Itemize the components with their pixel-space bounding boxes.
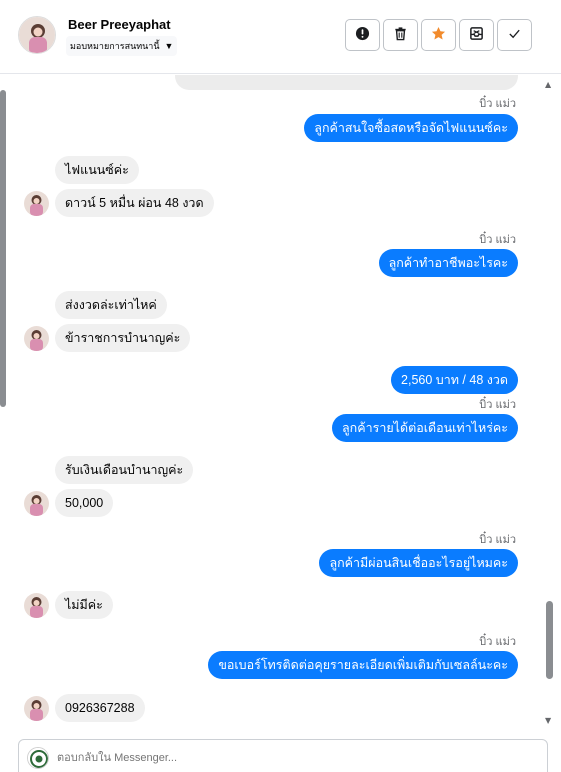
star-icon xyxy=(431,26,446,45)
assign-conversation-dropdown[interactable]: มอบหมายการสนทนานี้ ▼ xyxy=(66,36,178,56)
contact-avatar-small xyxy=(24,491,49,516)
seen-label: บิ๋ว แม่ว xyxy=(479,98,516,110)
page-avatar-icon xyxy=(27,747,49,769)
outgoing-message[interactable]: ลูกค้ารายได้ต่อเดือนเท่าไหร่คะ xyxy=(332,414,518,442)
contact-avatar-small xyxy=(24,593,49,618)
incoming-message[interactable]: ข้าราชการบำนาญค่ะ xyxy=(55,324,191,352)
conversation-header: Beer Preeyaphat มอบหมายการสนทนานี้ ▼ xyxy=(0,0,561,74)
incoming-message[interactable]: 0926367288 xyxy=(55,694,145,722)
incoming-message[interactable]: ไฟแนนซ์ค่ะ xyxy=(55,156,139,184)
seen-label: บิ๋ว แม่ว xyxy=(479,534,516,546)
assign-label: มอบหมายการสนทนานี้ xyxy=(70,41,160,51)
left-panel-scrollbar[interactable] xyxy=(0,90,6,407)
incoming-message[interactable]: ไม่มีค่ะ xyxy=(55,591,113,619)
contact-avatar-small xyxy=(24,326,49,351)
mark-done-button[interactable] xyxy=(497,19,532,51)
archive-icon xyxy=(469,26,484,45)
trash-icon xyxy=(393,26,408,45)
archive-button[interactable] xyxy=(459,19,494,51)
incoming-message[interactable]: รับเงินเดือนบำนาญค่ะ xyxy=(55,456,194,484)
scroll-up-arrow-icon[interactable]: ▲ xyxy=(545,80,551,89)
check-icon xyxy=(507,26,522,45)
chevron-down-icon: ▼ xyxy=(164,41,174,51)
contact-avatar[interactable] xyxy=(18,16,56,54)
mark-spam-button[interactable] xyxy=(345,19,380,51)
chat-scrollbar-thumb[interactable] xyxy=(546,601,553,679)
scroll-down-arrow-icon[interactable]: ▼ xyxy=(545,716,551,725)
reply-input[interactable] xyxy=(57,749,527,767)
contact-avatar-small xyxy=(24,696,49,721)
contact-name[interactable]: Beer Preeyaphat xyxy=(68,17,171,32)
outgoing-message[interactable]: ลูกค้าทำอาชีพอะไรคะ xyxy=(378,249,518,277)
incoming-message[interactable]: ดาวน์ 5 หมื่น ผ่อน 48 งวด xyxy=(55,189,214,217)
outgoing-message[interactable]: 2,560 บาท / 48 งวด xyxy=(391,366,518,394)
star-button[interactable] xyxy=(421,19,456,51)
incoming-message[interactable]: ส่งงวดล่ะเท่าไหค่ xyxy=(55,291,167,319)
seen-label: บิ๋ว แม่ว xyxy=(479,636,516,648)
outgoing-message[interactable]: ลูกค้ามีผ่อนสินเชื่ออะไรอยู่ไหมคะ xyxy=(319,549,518,577)
seen-label: บิ๋ว แม่ว xyxy=(479,234,516,246)
previous-image-attachment[interactable] xyxy=(175,75,518,90)
outgoing-message[interactable]: ขอเบอร์โทรติดต่อคุยรายละเอียดเพิ่มเติมกั… xyxy=(208,651,518,679)
delete-button[interactable] xyxy=(383,19,418,51)
incoming-message[interactable]: 50,000 xyxy=(55,489,114,517)
outgoing-message[interactable]: ลูกค้าสนใจซื้อสดหรือจัดไฟแนนซ์คะ xyxy=(304,114,518,142)
seen-label: บิ๋ว แม่ว xyxy=(479,399,516,411)
contact-avatar-small xyxy=(24,191,49,216)
alert-icon xyxy=(355,26,370,45)
message-composer xyxy=(18,739,548,772)
